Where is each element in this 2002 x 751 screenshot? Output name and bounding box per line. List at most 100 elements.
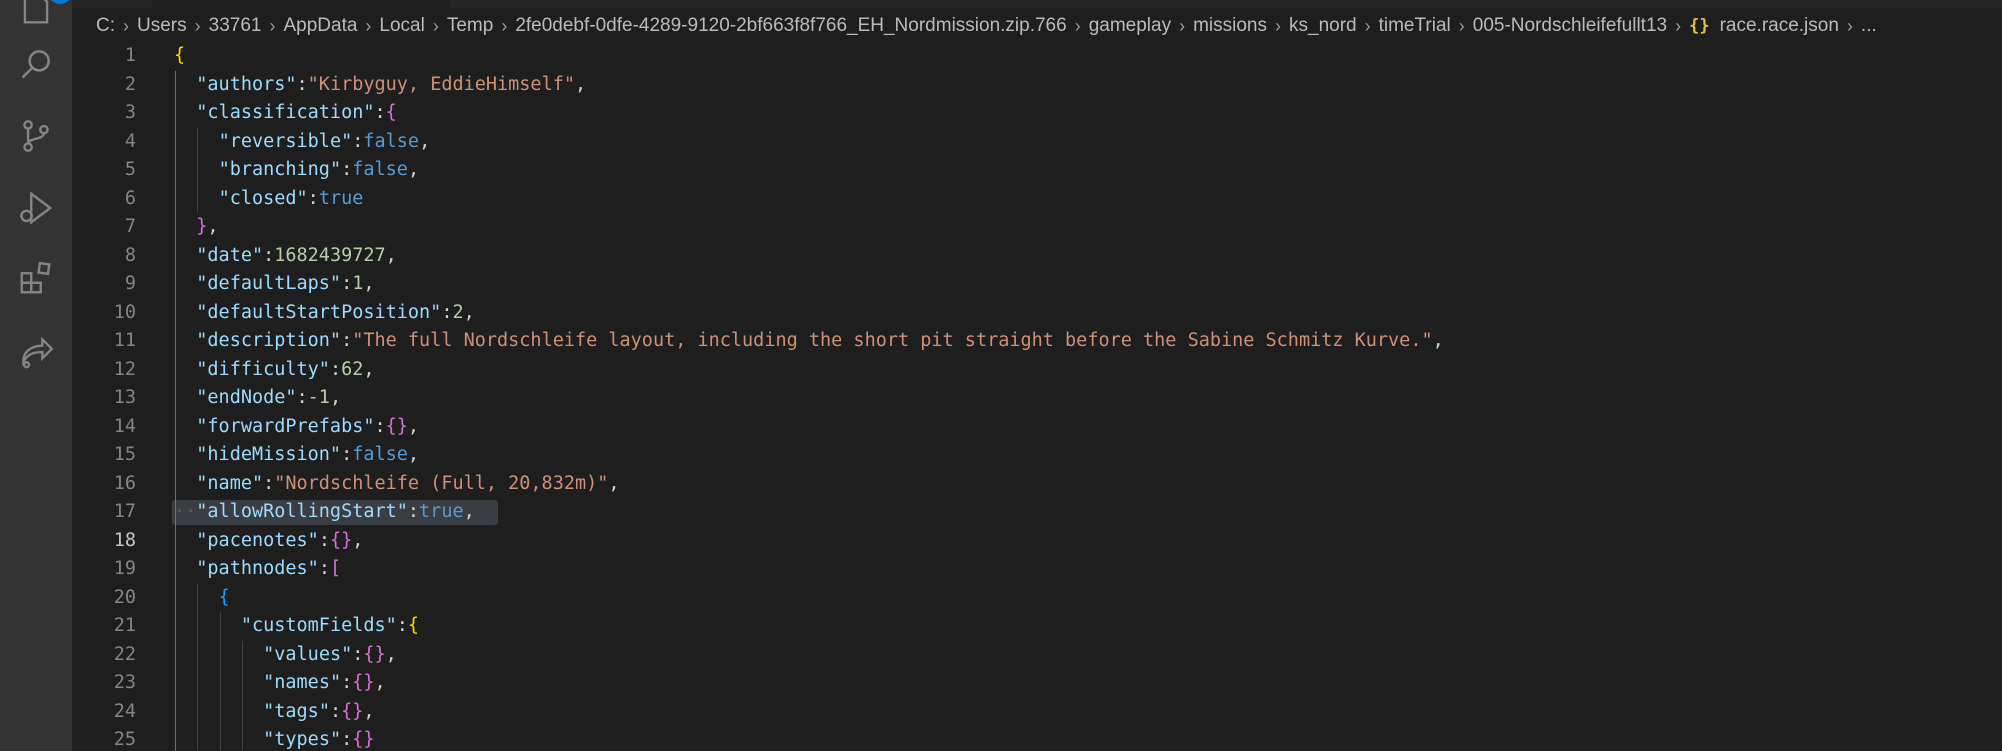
code-line[interactable]: 16 "name":"Nordschleife (Full, 20,832m)"… [72,469,2002,499]
code-text[interactable]: "types":{} [174,726,374,751]
breadcrumb-item[interactable]: timeTrial [1379,15,1451,37]
code-text[interactable]: { [174,584,230,613]
line-number: 1 [124,45,136,66]
code-text[interactable]: "endNode":-1, [174,384,341,413]
line-number: 10 [113,301,136,323]
code-line[interactable]: 20 { [72,583,2002,613]
line-number: 4 [124,130,136,152]
code-line[interactable]: 10 "defaultStartPosition":2, [72,298,2002,328]
line-number: 18 [113,529,136,551]
run-debug-icon[interactable] [14,186,58,230]
code-line[interactable]: 9 "defaultLaps":1, [72,270,2002,299]
code-line[interactable]: 5 "branching":false, [72,156,2002,185]
line-number: 13 [113,387,136,408]
code-line[interactable]: 1{ [72,42,2002,71]
chevron-right-icon: › [432,15,439,36]
code-text[interactable]: "reversible":false, [174,128,431,157]
extensions-icon[interactable] [14,256,58,300]
explorer-icon[interactable]: 1 [14,0,72,30]
code-text[interactable]: }, [174,213,218,242]
code-text[interactable]: "names":{}, [174,669,386,698]
code-text[interactable]: "defaultLaps":1, [174,270,374,299]
code-line[interactable]: 25 "types":{} [72,726,2002,751]
line-number: 19 [113,558,136,579]
code-text[interactable]: "customFields":{ [174,612,419,641]
source-control-icon[interactable] [14,114,58,158]
line-number: 22 [113,643,136,665]
breadcrumb-item[interactable]: 005-Nordschleifefullt13 [1473,15,1667,37]
json-file-icon: {} [1689,16,1710,36]
chevron-right-icon: › [1458,15,1465,36]
line-number: 25 [113,729,136,750]
code-line[interactable]: 17 ··"allowRollingStart":true, [72,498,2002,527]
chevron-right-icon: › [365,15,372,36]
breadcrumb-item[interactable]: gameplay [1089,15,1171,37]
breadcrumb-item[interactable]: 2fe0debf-0dfe-4289-9120-2bf663f8f766_EH_… [515,15,1066,37]
breadcrumb-item[interactable]: Users [137,15,187,37]
code-line[interactable]: 8 "date":1682439727, [72,241,2002,271]
breadcrumb-item[interactable]: Local [379,15,424,37]
code-text[interactable]: "difficulty":62, [174,356,374,385]
code-line[interactable]: 2 "authors":"Kirbyguy, EddieHimself", [72,70,2002,100]
code-line[interactable]: 22 "values":{}, [72,640,2002,670]
editor-pane: C: › Users › 33761 › AppData › Local › Temp › 2fe0de… [72,0,2002,751]
code-line[interactable]: 3 "classification":{ [72,99,2002,128]
line-number: 7 [124,216,136,237]
line-number: 6 [124,187,136,209]
breadcrumb-item[interactable]: ks_nord [1289,15,1357,37]
breadcrumb-item[interactable]: AppData [283,15,357,37]
breadcrumb-item[interactable]: 33761 [209,15,262,37]
line-number: 14 [113,415,136,437]
code-text[interactable]: "authors":"Kirbyguy, EddieHimself", [174,71,586,100]
code-line[interactable]: 19 "pathnodes":[ [72,555,2002,584]
code-line[interactable]: 24 "tags":{}, [72,697,2002,727]
code-line[interactable]: 12 "difficulty":62, [72,355,2002,385]
code-text[interactable]: "closed":true [174,185,364,214]
search-icon[interactable] [14,42,58,86]
code-text[interactable]: "classification":{ [174,99,397,128]
code-text[interactable]: "date":1682439727, [174,242,397,271]
code-text[interactable]: "hideMission":false, [174,441,419,470]
code-text[interactable]: ··"allowRollingStart":true, [174,498,475,527]
chevron-right-icon: › [1846,15,1853,36]
code-line[interactable]: 4 "reversible":false, [72,127,2002,157]
code-text[interactable]: "branching":false, [174,156,420,185]
chevron-right-icon: › [1074,15,1081,36]
breadcrumb-item[interactable]: Temp [447,15,493,37]
chevron-right-icon: › [501,15,508,36]
code-line[interactable]: 15 "hideMission":false, [72,441,2002,470]
code-text[interactable]: "tags":{}, [174,698,374,727]
code-text[interactable]: "pacenotes":{}, [174,527,363,556]
chevron-right-icon: › [269,15,276,36]
code-line[interactable]: 21 "customFields":{ [72,612,2002,641]
chevron-right-icon: › [1675,15,1682,36]
code-text[interactable]: "pathnodes":[ [174,555,341,584]
code-line[interactable]: 23 "names":{}, [72,669,2002,698]
code-line[interactable]: 18 "pacenotes":{}, [72,526,2002,556]
code-text[interactable]: "name":"Nordschleife (Full, 20,832m)", [174,470,619,499]
code-text[interactable]: "defaultStartPosition":2, [174,299,474,328]
line-number: 3 [124,102,136,123]
tab-strip [72,0,2002,8]
code-text[interactable]: { [174,42,185,71]
code-area[interactable]: 1{2 "authors":"Kirbyguy, EddieHimself", 3… [72,42,2002,751]
breadcrumb-item[interactable]: missions [1193,15,1267,37]
code-line[interactable]: 13 "endNode":-1, [72,384,2002,413]
breadcrumb-ellipsis[interactable]: ... [1861,15,1877,37]
line-number: 20 [113,586,136,608]
code-text[interactable]: "description":"The full Nordschleife lay… [174,327,1443,356]
line-number: 12 [113,358,136,380]
code-line[interactable]: 6 "closed":true [72,184,2002,214]
line-number: 24 [113,700,136,722]
breadcrumb-file[interactable]: race.race.json [1720,15,1839,37]
code-line[interactable]: 7 }, [72,213,2002,242]
line-number: 9 [124,273,136,294]
breadcrumb-item[interactable]: C: [96,15,115,37]
code-text[interactable]: "values":{}, [174,641,397,670]
active-tab[interactable] [152,0,450,8]
code-text[interactable]: "forwardPrefabs":{}, [174,413,419,442]
line-number: 5 [124,159,136,180]
remote-share-icon[interactable] [14,330,58,374]
code-line[interactable]: 14 "forwardPrefabs":{}, [72,412,2002,442]
code-line[interactable]: 11 "description":"The full Nordschleife … [72,327,2002,356]
